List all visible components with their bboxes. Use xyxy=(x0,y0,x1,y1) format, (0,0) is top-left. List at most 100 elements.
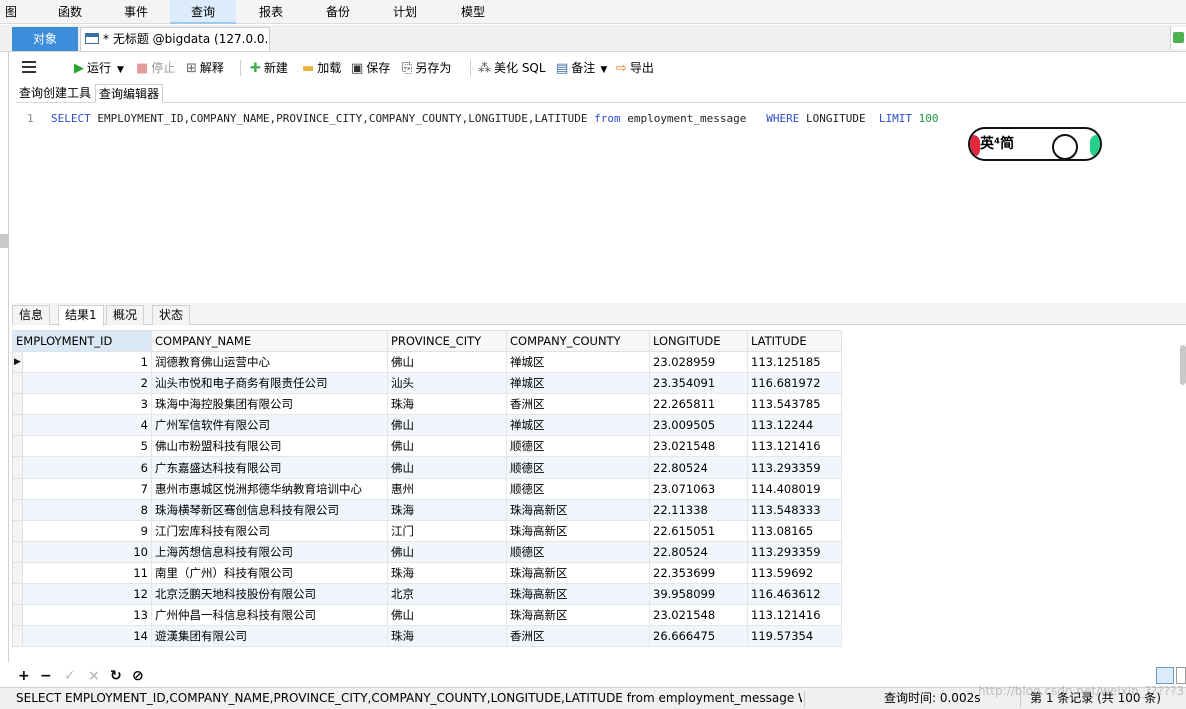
dropdown-arrow-icon[interactable]: ▼ xyxy=(600,65,607,75)
menu-view[interactable]: 图 xyxy=(0,0,22,24)
table-cell[interactable]: 汕头 xyxy=(387,372,507,395)
table-cell[interactable]: 广东嘉盛达科技有限公司 xyxy=(151,456,388,479)
table-cell[interactable]: 23.028959 xyxy=(649,350,748,374)
table-cell[interactable]: 顺德区 xyxy=(506,456,650,479)
table-row[interactable]: 14 遊漢集团有限公司 珠海 香洲区 26.666475 119.57354 xyxy=(12,625,842,648)
table-row[interactable]: 7 惠州市惠城区悦洲邦德华纳教育培训中心 惠州 顺德区 23.071063 114.408… xyxy=(12,477,842,500)
tab-query-editor[interactable]: 查询编辑器 xyxy=(95,84,164,103)
table-cell[interactable]: 惠州 xyxy=(387,477,507,500)
tab-info[interactable]: 信息 xyxy=(12,305,51,325)
table-cell[interactable]: 113.121416 xyxy=(747,435,842,458)
menu-queries[interactable]: 查询 xyxy=(170,0,236,24)
delete-row-icon[interactable]: − xyxy=(40,666,52,686)
table-cell[interactable]: 1 xyxy=(22,350,152,374)
table-cell[interactable]: 南里（广州）科技有限公司 xyxy=(151,561,388,585)
table-cell[interactable]: 北京 xyxy=(387,583,507,606)
table-cell[interactable]: 23.009505 xyxy=(649,414,748,437)
table-row[interactable]: 3 珠海中海控股集团有限公司 珠海 香洲区 22.265811 113.543785 xyxy=(12,393,842,416)
table-row[interactable]: 5 佛山市粉盟科技有限公司 佛山 顺德区 23.021548 113.121416 xyxy=(12,435,842,458)
table-cell[interactable]: 22.80524 xyxy=(649,540,748,563)
table-cell[interactable]: 2 xyxy=(22,372,152,395)
row-selector[interactable] xyxy=(12,583,23,606)
table-cell[interactable]: 珠海 xyxy=(387,561,507,585)
table-cell[interactable]: 珠海高新区 xyxy=(506,561,650,585)
table-row[interactable]: ▶ 1 润德教育佛山运营中心 佛山 禅城区 23.028959 113.125185 xyxy=(12,350,842,374)
table-cell[interactable]: 惠州市惠城区悦洲邦德华纳教育培训中心 xyxy=(151,477,388,500)
table-cell[interactable]: 113.125185 xyxy=(747,350,842,374)
row-selector[interactable] xyxy=(12,561,23,585)
table-cell[interactable]: 珠海横琴新区骞创信息科技有限公司 xyxy=(151,498,388,521)
table-cell[interactable]: 13 xyxy=(22,604,152,627)
editor-side-handle[interactable] xyxy=(0,234,9,248)
table-cell[interactable]: 23.021548 xyxy=(649,435,748,458)
table-cell[interactable]: 23.071063 xyxy=(649,477,748,500)
table-cell[interactable]: 22.265811 xyxy=(649,393,748,416)
table-cell[interactable]: 12 xyxy=(22,583,152,606)
form-view-icon[interactable] xyxy=(1176,667,1186,684)
new-tab-button[interactable] xyxy=(1170,27,1186,49)
table-cell[interactable]: 114.408019 xyxy=(747,477,842,500)
dropdown-arrow-icon[interactable]: ▼ xyxy=(117,65,124,75)
table-row[interactable]: 9 江门宏库科技有限公司 江门 珠海高新区 22.615051 113.08165 xyxy=(12,519,842,542)
table-cell[interactable]: 佛山 xyxy=(387,540,507,563)
grid-view-icon[interactable] xyxy=(1156,667,1174,684)
table-cell[interactable]: 23.354091 xyxy=(649,372,748,395)
table-row[interactable]: 10 上海芮想信息科技有限公司 佛山 顺德区 22.80524 113.293359 xyxy=(12,540,842,563)
table-cell[interactable]: 8 xyxy=(22,498,152,521)
table-cell[interactable]: 113.293359 xyxy=(747,456,842,479)
column-header[interactable]: LATITUDE xyxy=(747,330,842,352)
table-row[interactable]: 2 汕头市悦和电子商务有限责任公司 汕头 禅城区 23.354091 116.681972 xyxy=(12,372,842,395)
table-cell[interactable]: 上海芮想信息科技有限公司 xyxy=(151,540,388,563)
table-row[interactable]: 6 广东嘉盛达科技有限公司 佛山 顺德区 22.80524 113.293359 xyxy=(12,456,842,479)
table-cell[interactable]: 佛山 xyxy=(387,604,507,627)
explain-button[interactable]: ⊞ 解释 xyxy=(186,56,224,80)
table-cell[interactable]: 珠海高新区 xyxy=(506,604,650,627)
row-selector[interactable] xyxy=(12,604,23,627)
table-cell[interactable]: 5 xyxy=(22,435,152,458)
notes-button[interactable]: ▤ 备注 ▼ xyxy=(556,56,607,80)
add-row-icon[interactable]: + xyxy=(18,666,30,686)
table-cell[interactable]: 珠海 xyxy=(387,498,507,521)
tab-profile[interactable]: 概况 xyxy=(106,305,145,325)
menu-reports[interactable]: 报表 xyxy=(244,0,298,24)
table-cell[interactable]: 113.548333 xyxy=(747,498,842,521)
table-cell[interactable]: 22.615051 xyxy=(649,519,748,542)
table-cell[interactable]: 江门 xyxy=(387,519,507,542)
menu-model[interactable]: 模型 xyxy=(446,0,500,24)
row-selector[interactable] xyxy=(12,414,23,437)
row-selector[interactable] xyxy=(12,477,23,500)
column-header[interactable]: PROVINCE_CITY xyxy=(387,330,507,352)
table-cell[interactable]: 22.80524 xyxy=(649,456,748,479)
table-cell[interactable]: 14 xyxy=(22,625,152,648)
table-cell[interactable]: 珠海高新区 xyxy=(506,583,650,606)
table-row[interactable]: 13 广州仲昌一科信息科技有限公司 佛山 珠海高新区 23.021548 113.1214… xyxy=(12,604,842,627)
table-cell[interactable]: 佛山市粉盟科技有限公司 xyxy=(151,435,388,458)
row-selector[interactable] xyxy=(12,456,23,479)
run-button[interactable]: ▶ 运行 ▼ xyxy=(74,56,124,80)
table-cell[interactable]: 广州仲昌一科信息科技有限公司 xyxy=(151,604,388,627)
table-row[interactable]: 4 广州军信软件有限公司 佛山 禅城区 23.009505 113.12244 xyxy=(12,414,842,437)
table-cell[interactable]: 119.57354 xyxy=(747,625,842,648)
new-button[interactable]: ✚ 新建 xyxy=(250,56,288,80)
table-cell[interactable]: 6 xyxy=(22,456,152,479)
tab-query-builder[interactable]: 查询创建工具 xyxy=(16,84,94,103)
beautify-sql-button[interactable]: ⁂ 美化 SQL xyxy=(478,56,546,80)
table-cell[interactable]: 禅城区 xyxy=(506,414,650,437)
table-cell[interactable]: 香洲区 xyxy=(506,393,650,416)
table-cell[interactable]: 佛山 xyxy=(387,456,507,479)
row-selector[interactable] xyxy=(12,435,23,458)
table-row[interactable]: 11 南里（广州）科技有限公司 珠海 珠海高新区 22.353699 113.59692 xyxy=(12,561,842,585)
row-selector[interactable] xyxy=(12,519,23,542)
grid-scrollbar[interactable] xyxy=(1180,345,1186,385)
table-cell[interactable]: 佛山 xyxy=(387,350,507,374)
column-header[interactable]: LONGITUDE xyxy=(649,330,748,352)
row-selector[interactable] xyxy=(12,498,23,521)
table-cell[interactable]: 汕头市悦和电子商务有限责任公司 xyxy=(151,372,388,395)
table-cell[interactable]: 3 xyxy=(22,393,152,416)
table-cell[interactable]: 10 xyxy=(22,540,152,563)
discard-changes-icon[interactable]: × xyxy=(88,666,100,686)
table-cell[interactable]: 4 xyxy=(22,414,152,437)
menu-functions[interactable]: 函数 xyxy=(44,0,96,24)
table-cell[interactable]: 22.353699 xyxy=(649,561,748,585)
table-cell[interactable]: 113.543785 xyxy=(747,393,842,416)
